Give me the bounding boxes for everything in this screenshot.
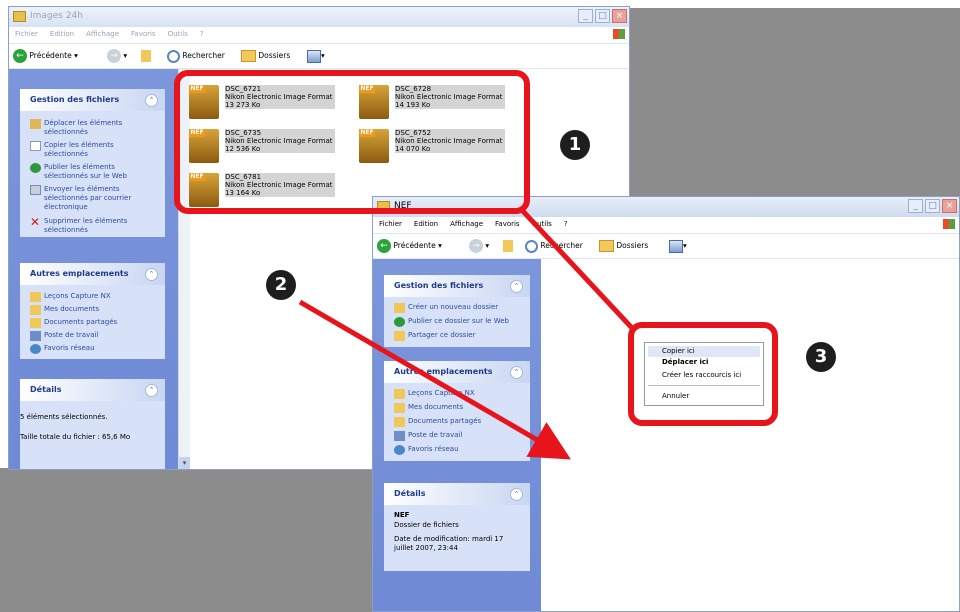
step-badge-1: 1 [560,130,590,160]
drag-arrow [298,299,571,460]
step-badge-3: 3 [806,342,836,372]
step-badge-2: 2 [266,270,296,300]
annotation-arrows [298,206,634,460]
connector-line [518,206,634,330]
